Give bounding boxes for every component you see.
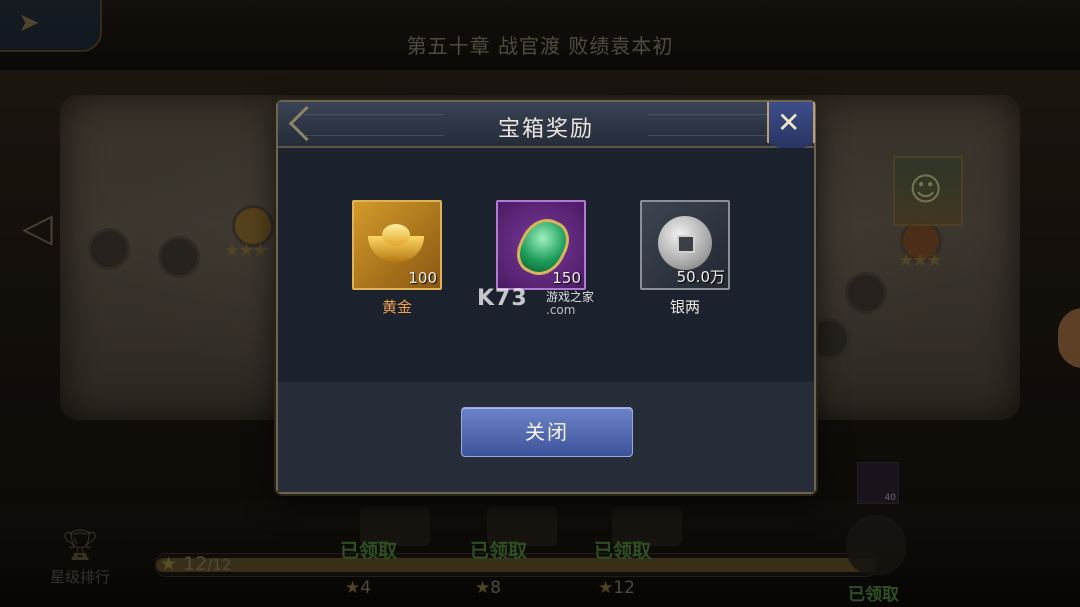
- reward-quantity: 150: [552, 269, 581, 287]
- dialog-header: 宝箱奖励: [278, 102, 814, 148]
- reward-frame: 150: [496, 200, 586, 290]
- reward-item-gold[interactable]: 100 黄金: [352, 200, 442, 317]
- close-button[interactable]: 关闭: [461, 407, 633, 457]
- watermark-domain: .com: [546, 303, 576, 317]
- close-icon: ✕: [777, 106, 801, 139]
- reward-quantity: 50.0万: [676, 268, 725, 286]
- reward-name: 黄金: [381, 298, 412, 316]
- reward-quantity: 100: [408, 269, 437, 287]
- chest-reward-dialog: 宝箱奖励 ✕ 100 黄金 150 50.0万 银两 K73 游戏之家 .com…: [276, 100, 816, 494]
- reward-frame: 50.0万: [640, 200, 730, 290]
- dialog-title: 宝箱奖励: [497, 117, 594, 142]
- reward-item-jade[interactable]: 150: [496, 200, 586, 296]
- watermark-logo: K73: [477, 286, 528, 311]
- reward-name: 银两: [669, 298, 700, 316]
- reward-item-silver[interactable]: 50.0万 银两: [640, 200, 730, 317]
- silver-coin-icon: [658, 216, 712, 270]
- gold-ingot-icon: [368, 224, 424, 262]
- reward-frame: 100: [352, 200, 442, 290]
